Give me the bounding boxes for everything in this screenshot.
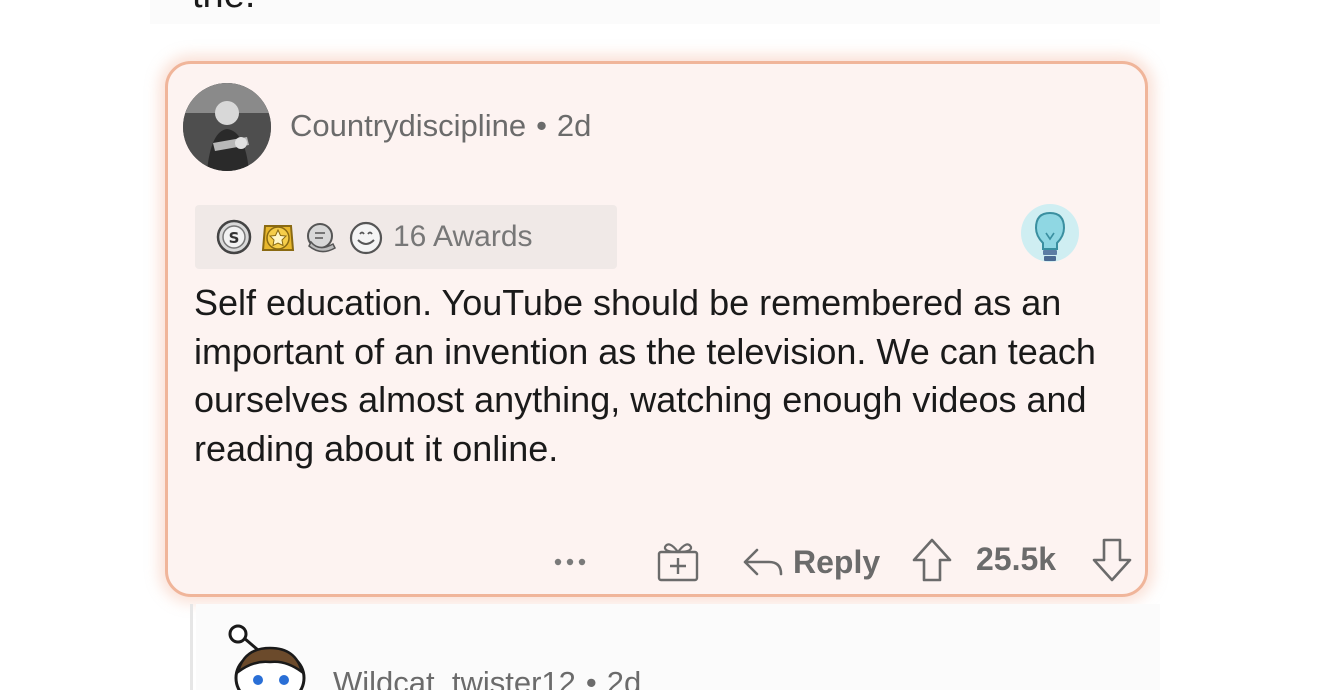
reply-username[interactable]: Wildcat_twister12 xyxy=(333,665,576,690)
upvote-icon[interactable] xyxy=(910,536,954,584)
comment-body: Self education. YouTube should be rememb… xyxy=(194,282,1096,469)
reply-meta-separator: • xyxy=(585,665,597,690)
reply-age: 2d xyxy=(606,665,642,690)
lightbulb-icon xyxy=(1021,204,1079,262)
highlighted-comment-card: Countrydiscipline • 2d S 16 Awards Self … xyxy=(165,61,1148,597)
wholesome-award-icon xyxy=(349,221,383,255)
comment-actions: Reply 25.5k xyxy=(168,534,1151,590)
reply-icon xyxy=(743,548,783,576)
reply-avatar[interactable] xyxy=(224,620,316,690)
awards-count: 16 Awards xyxy=(393,220,533,253)
comment-age: 2d xyxy=(556,108,592,143)
reply-button[interactable]: Reply xyxy=(741,538,880,586)
meta-separator: • xyxy=(536,108,547,143)
username[interactable]: Countrydiscipline xyxy=(290,108,526,143)
downvote-icon[interactable] xyxy=(1090,536,1134,584)
awards-bar[interactable]: S 16 Awards xyxy=(195,205,617,269)
hug-award-icon xyxy=(307,223,336,253)
thread-line[interactable] xyxy=(190,604,193,690)
avatar[interactable] xyxy=(183,83,271,171)
previous-comment-tail: tne. xyxy=(150,0,1160,24)
svg-text:S: S xyxy=(229,229,240,247)
vote-score: 25.5k xyxy=(976,541,1057,577)
gold-award-icon xyxy=(261,225,295,251)
more-options-icon[interactable] xyxy=(550,534,590,590)
previous-comment-text: tne. xyxy=(192,0,255,17)
silver-award-icon: S xyxy=(216,219,252,255)
comment-meta: Countrydiscipline • 2d xyxy=(290,108,591,144)
give-award-icon[interactable] xyxy=(655,538,701,584)
reply-comment-meta: Wildcat_twister12 • 2d xyxy=(333,665,641,690)
reply-label: Reply xyxy=(793,543,881,580)
